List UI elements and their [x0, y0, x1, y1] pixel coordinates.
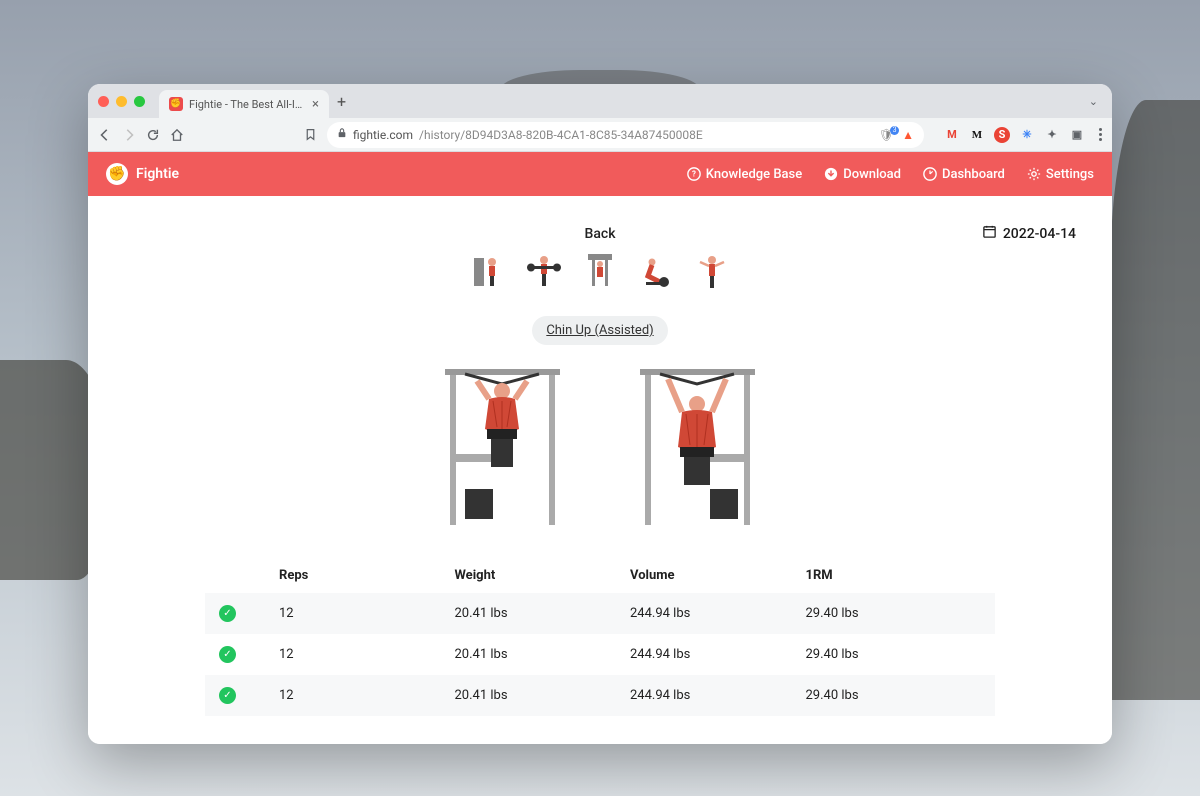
url-host: fightie.com — [353, 128, 413, 142]
forward-button[interactable] — [122, 128, 136, 142]
brand-name[interactable]: Fightie — [136, 166, 179, 182]
cell-volume: 244.94 lbs — [630, 647, 806, 662]
exercise-illustration-front — [425, 359, 580, 534]
shield-icon[interactable]: 🛡3 — [879, 128, 894, 142]
table-header: Reps Weight Volume 1RM — [205, 558, 995, 593]
cell-reps: 12 — [279, 688, 455, 703]
download-icon — [824, 167, 838, 181]
tab-title: Fightie - The Best All-In-One W — [189, 98, 306, 111]
nav-knowledge-base-label: Knowledge Base — [706, 167, 802, 182]
medium-icon[interactable]: M — [969, 127, 985, 143]
calendar-icon — [982, 224, 997, 243]
gear-icon — [1027, 167, 1041, 181]
cell-1rm: 29.40 lbs — [806, 606, 982, 621]
cell-volume: 244.94 lbs — [630, 606, 806, 621]
home-button[interactable] — [170, 128, 184, 142]
nav-dashboard-label: Dashboard — [942, 167, 1005, 182]
window-maximize-button[interactable] — [134, 96, 145, 107]
lock-icon — [337, 128, 347, 141]
browser-window: ✊ Fightie - The Best All-In-One W × + ⌄ … — [88, 84, 1112, 744]
exercise-thumb-4[interactable] — [638, 252, 674, 290]
window-close-button[interactable] — [98, 96, 109, 107]
browser-tab-strip: ✊ Fightie - The Best All-In-One W × + ⌄ — [88, 84, 1112, 118]
col-reps: Reps — [279, 568, 455, 583]
nav-settings-label: Settings — [1046, 167, 1094, 182]
check-icon: ✓ — [219, 605, 236, 622]
exercise-thumb-2[interactable] — [526, 252, 562, 290]
cell-weight: 20.41 lbs — [455, 606, 631, 621]
window-controls — [98, 96, 145, 107]
tab-close-icon[interactable]: × — [312, 97, 319, 112]
nav-knowledge-base[interactable]: ? Knowledge Base — [687, 167, 802, 182]
brand-logo[interactable]: ✊ — [106, 163, 128, 185]
table-row: ✓ 12 20.41 lbs 244.94 lbs 29.40 lbs — [205, 675, 995, 716]
col-1rm: 1RM — [806, 568, 982, 583]
table-row: ✓ 12 20.41 lbs 244.94 lbs 29.40 lbs — [205, 634, 995, 675]
help-icon: ? — [687, 167, 701, 181]
check-icon: ✓ — [219, 687, 236, 704]
exercise-thumbnails — [470, 252, 730, 290]
exercise-thumb-3[interactable] — [582, 252, 618, 290]
col-weight: Weight — [455, 568, 631, 583]
tab-overflow-icon[interactable]: ⌄ — [1089, 95, 1098, 108]
cell-weight: 20.41 lbs — [455, 647, 631, 662]
address-bar[interactable]: fightie.com/history/8D94D3A8-820B-4CA1-8… — [327, 122, 924, 148]
back-button[interactable] — [98, 128, 112, 142]
cell-weight: 20.41 lbs — [455, 688, 631, 703]
nav-dashboard[interactable]: Dashboard — [923, 167, 1005, 182]
window-minimize-button[interactable] — [116, 96, 127, 107]
workout-main: Back Chin Up (Assisted) — [88, 196, 1112, 716]
browser-tab[interactable]: ✊ Fightie - The Best All-In-One W × — [159, 90, 329, 118]
workout-date-text: 2022-04-14 — [1003, 226, 1076, 242]
table-row: ✓ 12 20.41 lbs 244.94 lbs 29.40 lbs — [205, 593, 995, 634]
brave-icon[interactable]: ▲ — [902, 128, 914, 142]
exercise-illustration-back — [620, 359, 775, 534]
reload-button[interactable] — [146, 128, 160, 142]
cell-volume: 244.94 lbs — [630, 688, 806, 703]
browser-toolbar: fightie.com/history/8D94D3A8-820B-4CA1-8… — [88, 118, 1112, 152]
muscle-group-label: Back — [585, 226, 616, 242]
extension-box-icon[interactable]: ▣ — [1069, 127, 1085, 143]
nav-download[interactable]: Download — [824, 167, 901, 182]
address-bar-right: 🛡3 ▲ — [879, 128, 914, 142]
extension-icons: M M S ✳ ✦ ▣ — [944, 127, 1085, 143]
extension-s-icon[interactable]: S — [994, 127, 1010, 143]
check-icon: ✓ — [219, 646, 236, 663]
workout-date: 2022-04-14 — [982, 224, 1076, 243]
page-content: 2022-04-14 Back — [88, 196, 1112, 744]
extensions-icon[interactable]: ✦ — [1044, 127, 1060, 143]
extension-star-icon[interactable]: ✳ — [1019, 127, 1035, 143]
tab-favicon: ✊ — [169, 97, 183, 111]
cell-1rm: 29.40 lbs — [806, 647, 982, 662]
nav-download-label: Download — [843, 167, 901, 182]
exercise-thumb-5[interactable] — [694, 252, 730, 290]
exercise-illustrations — [425, 359, 775, 534]
svg-text:?: ? — [692, 170, 696, 179]
new-tab-button[interactable]: + — [337, 92, 346, 111]
cell-reps: 12 — [279, 606, 455, 621]
cell-reps: 12 — [279, 647, 455, 662]
sets-table: Reps Weight Volume 1RM ✓ 12 20.41 lbs 24… — [205, 558, 995, 716]
nav-settings[interactable]: Settings — [1027, 167, 1094, 182]
gmail-icon[interactable]: M — [944, 127, 960, 143]
exercise-thumb-1[interactable] — [470, 252, 506, 290]
bookmark-button[interactable] — [304, 128, 317, 141]
exercise-name: Chin Up (Assisted) — [546, 323, 653, 338]
url-path: /history/8D94D3A8-820B-4CA1-8C85-34A8745… — [419, 128, 703, 142]
app-navbar: ✊ Fightie ? Knowledge Base Download Dash… — [88, 152, 1112, 196]
cell-1rm: 29.40 lbs — [806, 688, 982, 703]
exercise-name-badge[interactable]: Chin Up (Assisted) — [532, 316, 667, 345]
dashboard-icon — [923, 167, 937, 181]
browser-menu-button[interactable] — [1099, 128, 1102, 141]
col-volume: Volume — [630, 568, 806, 583]
